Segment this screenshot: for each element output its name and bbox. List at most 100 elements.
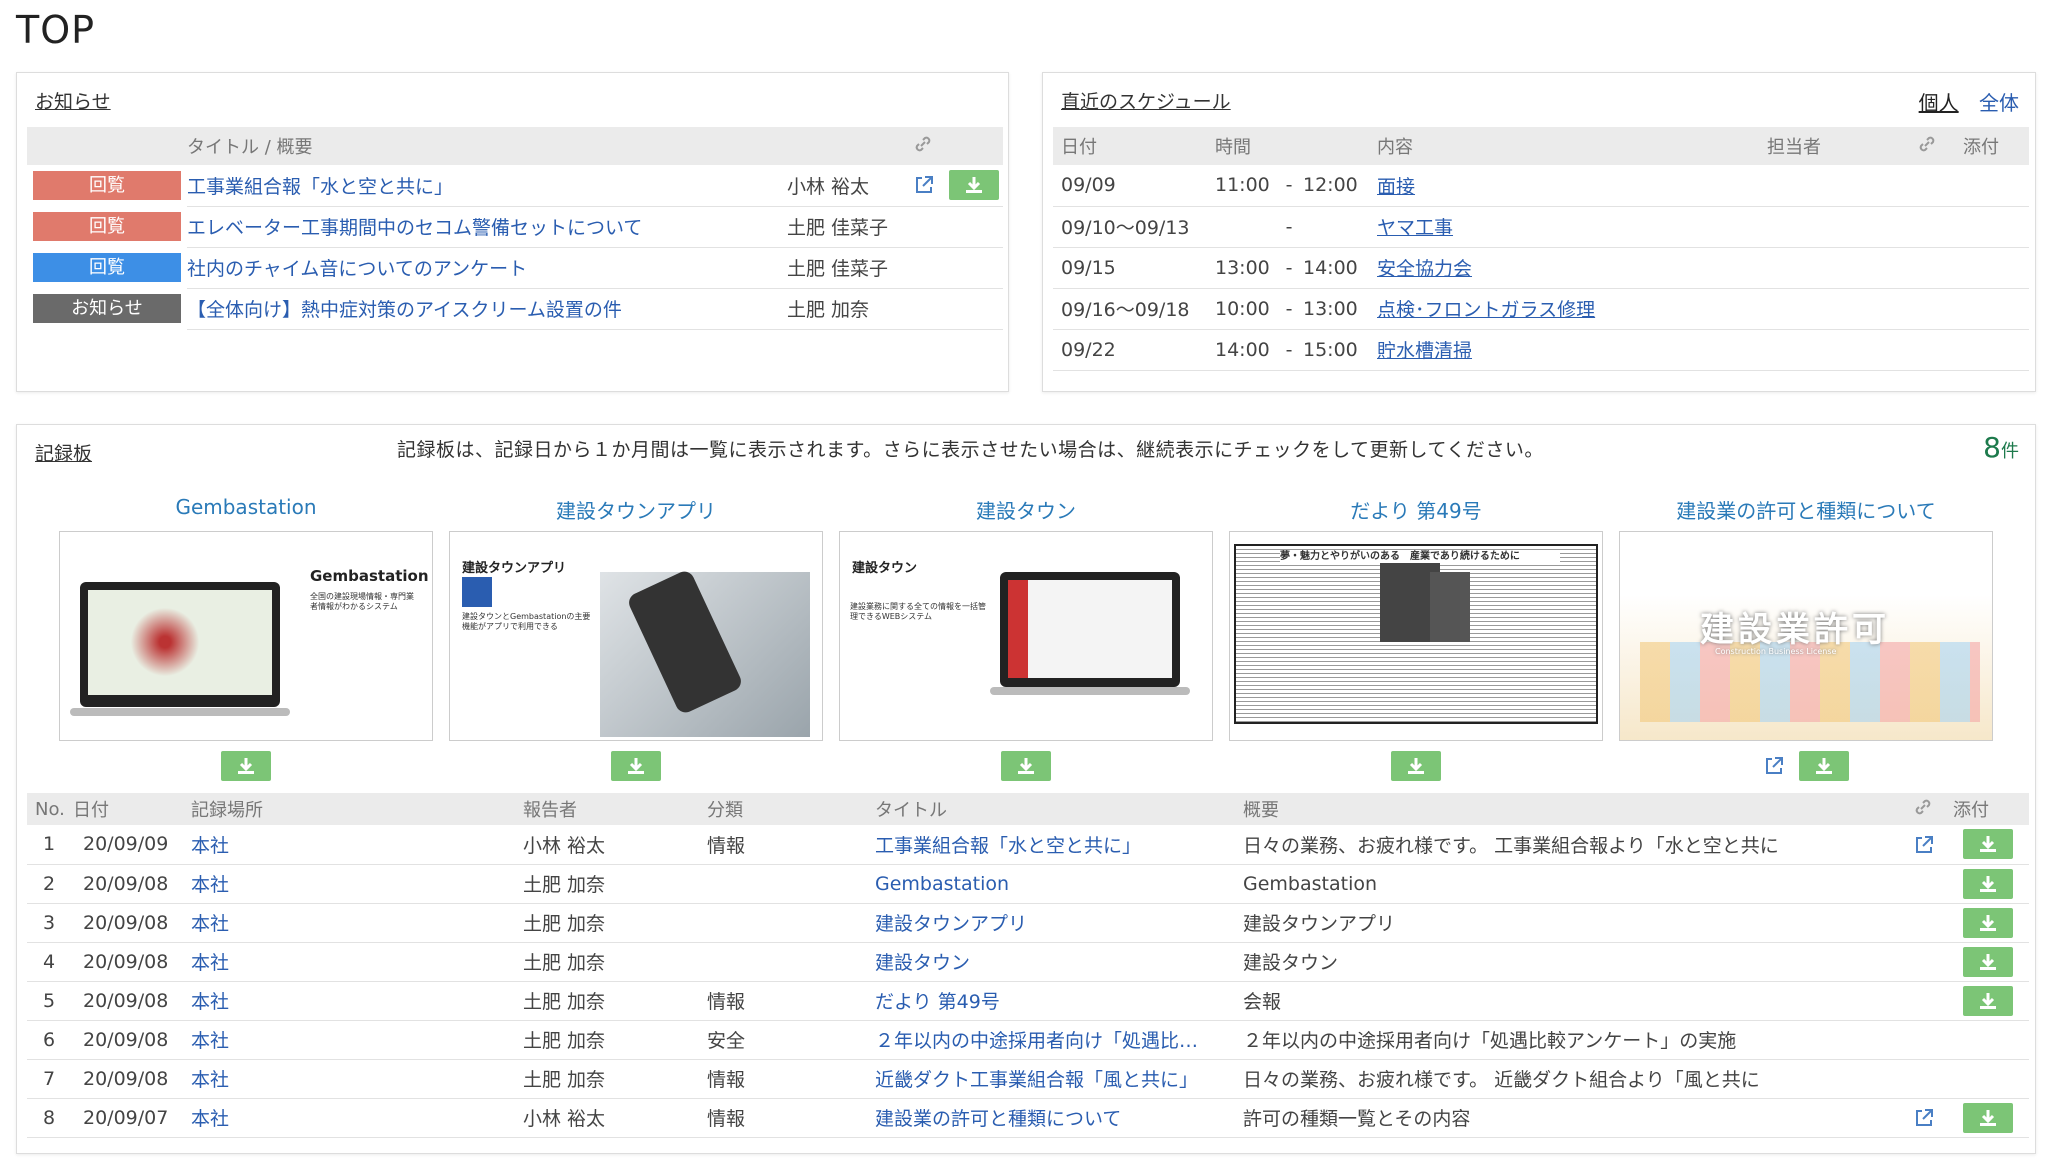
record-row[interactable]: 5 20/09/08 本社 土肥 加奈 情報 だより 第49号 会報 xyxy=(27,981,2029,1021)
thumbnail-title[interactable]: 建設業の許可と種類について xyxy=(1619,495,1993,525)
record-title-link[interactable]: 工事業組合報「水と空と共に」 xyxy=(875,835,1141,857)
download-button[interactable] xyxy=(1001,751,1051,781)
board-message: 記録板は、記録日から１か月間は一覧に表示されます。さらに表示させたい場合は、継続… xyxy=(397,439,1544,461)
record-title-link[interactable]: 近畿ダクト工事業組合報「風と共に」 xyxy=(875,1069,1198,1091)
thumbnail-title[interactable]: 建設タウン xyxy=(839,495,1213,525)
record-row[interactable]: 8 20/09/07 本社 小林 裕太 情報 建設業の許可と種類について 許可の種類一覧とそ… xyxy=(27,1098,2029,1138)
record-place-link[interactable]: 本社 xyxy=(191,874,229,896)
download-button[interactable] xyxy=(1963,907,2013,938)
thumbnail-image[interactable]: 建設業許可 Construction Business License xyxy=(1619,531,1993,741)
schedule-date: 09/10〜09/13 xyxy=(1053,206,1215,248)
notice-title-link[interactable]: 社内のチャイム音についてのアンケート xyxy=(187,258,527,280)
notice-title-link[interactable]: エレベーター工事期間中のセコム警備セットについて xyxy=(187,217,642,239)
schedule-time: - xyxy=(1215,206,1377,248)
record-category xyxy=(707,903,875,943)
schedule-col-attach: 添付 xyxy=(1963,137,1999,158)
schedule-heading[interactable]: 直近のスケジュール xyxy=(1061,87,1231,114)
thumbnail-image[interactable]: Gembastation 全国の建設現場情報・専門業者情報がわかるシステム xyxy=(59,531,433,741)
notice-title-link[interactable]: 【全体向け】熱中症対策のアイスクリーム設置の件 xyxy=(187,299,622,321)
download-button[interactable] xyxy=(1963,946,2013,977)
schedule-content-link[interactable]: 面接 xyxy=(1377,176,1415,198)
record-place-link[interactable]: 本社 xyxy=(191,1030,229,1052)
record-category: 情報 xyxy=(707,1059,875,1099)
record-title-link[interactable]: 建設業の許可と種類について xyxy=(875,1108,1121,1130)
record-date: 20/09/08 xyxy=(73,981,191,1021)
thumbnail-caption: 建設業務に関する全ての情報を一括管理できるWEBシステム xyxy=(850,602,986,622)
schedule-row: 09/22 14:00-15:00 貯水槽清掃 xyxy=(1053,329,2029,371)
board-heading[interactable]: 記録板 xyxy=(35,439,92,466)
schedule-row: 09/15 13:00-14:00 安全協力会 xyxy=(1053,247,2029,289)
schedule-time: 13:00-14:00 xyxy=(1215,247,1377,289)
schedule-time: 11:00-12:00 xyxy=(1215,165,1377,207)
record-title-link[interactable]: ２年以内の中途採用者向け「処遇比… xyxy=(875,1030,1198,1052)
record-title-link[interactable]: だより 第49号 xyxy=(875,991,1000,1013)
rec-col-reporter: 報告者 xyxy=(523,800,577,821)
thumbnail-title[interactable]: 建設タウンアプリ xyxy=(449,495,823,525)
external-link-icon[interactable] xyxy=(1763,755,1785,777)
thumbnail-image[interactable]: 夢・魅力とやりがいのある 産業であり続けるために xyxy=(1229,531,1603,741)
schedule-col-content: 内容 xyxy=(1377,137,1413,158)
thumbnail-brand: 建設業許可 xyxy=(1700,610,1890,650)
schedule-all-link[interactable]: 全体 xyxy=(1979,91,2019,115)
notice-row[interactable]: 回覧 社内のチャイム音についてのアンケート 土肥 佳菜子 xyxy=(27,247,1003,289)
thumbnail-card: Gembastation Gembastation 全国の建設現場情報・専門業者情報… xyxy=(59,495,433,781)
download-button[interactable] xyxy=(611,751,661,781)
schedule-content-link[interactable]: 安全協力会 xyxy=(1377,258,1472,280)
thumbnail-title[interactable]: だより 第49号 xyxy=(1229,495,1603,525)
external-link-icon[interactable] xyxy=(1913,1107,1935,1129)
record-place-link[interactable]: 本社 xyxy=(191,913,229,935)
download-button[interactable] xyxy=(1391,751,1441,781)
record-no: 3 xyxy=(27,903,73,943)
notice-heading[interactable]: お知らせ xyxy=(35,87,111,114)
record-place-link[interactable]: 本社 xyxy=(191,991,229,1013)
rec-col-date: 日付 xyxy=(73,800,109,821)
notice-row[interactable]: お知らせ 【全体向け】熱中症対策のアイスクリーム設置の件 土肥 加奈 xyxy=(27,288,1003,330)
schedule-start: 10:00 xyxy=(1215,297,1270,320)
download-button[interactable] xyxy=(1963,868,2013,899)
record-row[interactable]: 6 20/09/08 本社 土肥 加奈 安全 ２年以内の中途採用者向け「処遇比… ２年以内の… xyxy=(27,1020,2029,1060)
record-place-link[interactable]: 本社 xyxy=(191,1069,229,1091)
thumbnail-image[interactable]: 建設タウン 建設業務に関する全ての情報を一括管理できるWEBシステム xyxy=(839,531,1213,741)
notice-title-link[interactable]: 工事業組合報「水と空と共に」 xyxy=(187,176,453,198)
schedule-time: 10:00-13:00 xyxy=(1215,288,1377,330)
category-badge: 回覧 xyxy=(33,171,181,200)
thumbnail-title[interactable]: Gembastation xyxy=(59,495,433,525)
record-no: 4 xyxy=(27,942,73,982)
download-button[interactable] xyxy=(221,751,271,781)
notice-row[interactable]: 回覧 工事業組合報「水と空と共に」 小林 裕太 xyxy=(27,165,1003,207)
record-no: 7 xyxy=(27,1059,73,1099)
download-button[interactable] xyxy=(1963,829,2013,860)
download-button[interactable] xyxy=(1799,751,1849,781)
record-place-link[interactable]: 本社 xyxy=(191,835,229,857)
thumbnail-image[interactable]: 建設タウンアプリ 建設タウンとGembastationの主要機能がアプリで利用でき… xyxy=(449,531,823,741)
download-button[interactable] xyxy=(1963,1102,2013,1133)
record-date: 20/09/08 xyxy=(73,1020,191,1060)
record-no: 6 xyxy=(27,1020,73,1060)
external-link-icon[interactable] xyxy=(1913,834,1935,856)
record-no: 1 xyxy=(27,825,73,865)
record-row[interactable]: 4 20/09/08 本社 土肥 加奈 建設タウン 建設タウン xyxy=(27,942,2029,982)
record-reporter: 土肥 加奈 xyxy=(523,942,707,982)
record-title-link[interactable]: Gembastation xyxy=(875,873,1009,895)
record-place-link[interactable]: 本社 xyxy=(191,952,229,974)
record-date: 20/09/08 xyxy=(73,1059,191,1099)
schedule-content-link[interactable]: 貯水槽清掃 xyxy=(1377,340,1472,362)
schedule-content-link[interactable]: ヤマ工事 xyxy=(1377,217,1453,239)
record-title-link[interactable]: 建設タウンアプリ xyxy=(875,913,1027,935)
record-row[interactable]: 1 20/09/09 本社 小林 裕太 情報 工事業組合報「水と空と共に」 日々の業務、お疲… xyxy=(27,825,2029,865)
rec-col-attach: 添付 xyxy=(1953,800,1989,821)
schedule-content-link[interactable]: 点検･フロントガラス修理 xyxy=(1377,299,1595,321)
record-place-link[interactable]: 本社 xyxy=(191,1108,229,1130)
schedule-personal-link[interactable]: 個人 xyxy=(1919,91,1959,115)
record-row[interactable]: 2 20/09/08 本社 土肥 加奈 Gembastation Gembastation xyxy=(27,864,2029,904)
notice-row[interactable]: 回覧 エレベーター工事期間中のセコム警備セットについて 土肥 佳菜子 xyxy=(27,206,1003,248)
record-summary: 日々の業務、お疲れ様です。 近畿ダクト組合より「風と共に xyxy=(1243,1059,1913,1099)
download-button[interactable] xyxy=(1963,985,2013,1016)
schedule-sep: - xyxy=(1285,215,1293,238)
record-row[interactable]: 7 20/09/08 本社 土肥 加奈 情報 近畿ダクト工事業組合報「風と共に」 日々の業務… xyxy=(27,1059,2029,1099)
record-title-link[interactable]: 建設タウン xyxy=(875,952,970,974)
download-button[interactable] xyxy=(949,170,999,201)
record-row[interactable]: 3 20/09/08 本社 土肥 加奈 建設タウンアプリ 建設タウンアプリ xyxy=(27,903,2029,943)
external-link-icon[interactable] xyxy=(913,174,935,196)
rec-col-no: No. xyxy=(35,798,65,820)
